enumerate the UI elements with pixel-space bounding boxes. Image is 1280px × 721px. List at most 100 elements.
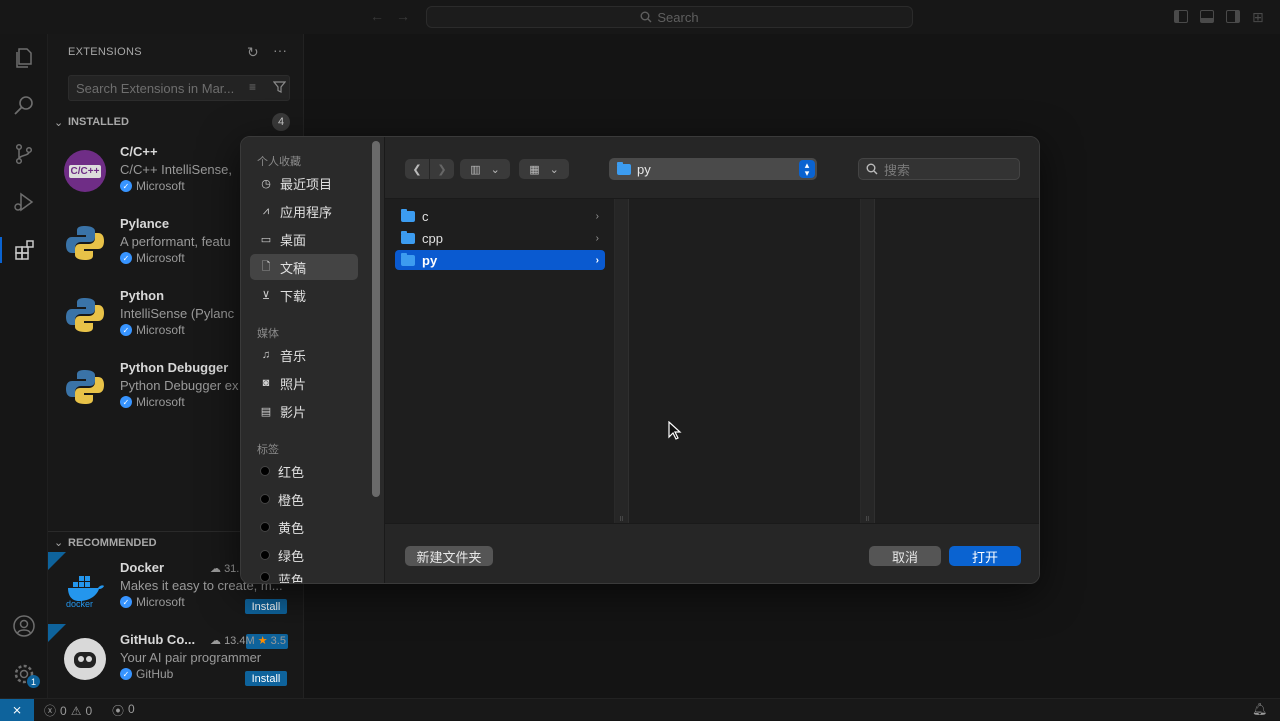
folder-name: py xyxy=(422,252,438,268)
sidebar-item-label: 文稿 xyxy=(280,260,307,276)
extensions-search-input[interactable]: Search Extensions in Mar... xyxy=(68,75,290,101)
chevron-right-icon: ❯ xyxy=(437,163,447,176)
sidebar-item-label: 影片 xyxy=(280,404,307,420)
back-arrow-icon[interactable]: ← xyxy=(370,8,384,24)
docker-install-button[interactable]: Install xyxy=(245,599,287,614)
sidebar-tag-green[interactable]: 绿色 xyxy=(250,542,358,568)
sidebar-item-applications[interactable]: ⩘ 应用程序 xyxy=(250,198,358,224)
sidebar-item-movies[interactable]: ▤ 影片 xyxy=(250,398,358,424)
sidebar-item-music[interactable]: ♫ 音乐 xyxy=(250,342,358,368)
status-bar: ⨯ ⓧ 0 ⚠ 0 ⦿ 0 🔔︎ xyxy=(0,698,1280,721)
location-popup[interactable]: py ▴ ▾ xyxy=(609,158,817,180)
ports-count: 0 xyxy=(128,702,135,716)
install-count-value: 13.4M xyxy=(224,635,255,647)
sidebar-item-label: 音乐 xyxy=(280,348,307,364)
star-icon: ★ xyxy=(257,635,268,647)
column-divider[interactable]: ॥ xyxy=(615,199,629,523)
folder-row-py[interactable]: py › xyxy=(395,250,605,270)
forward-arrow-icon[interactable]: → xyxy=(396,8,410,24)
apps-icon: ⩘ xyxy=(262,204,270,217)
account-icon[interactable] xyxy=(11,613,37,639)
verified-icon: ✓ xyxy=(120,324,132,336)
open-button[interactable]: 打开 xyxy=(949,546,1021,566)
dialog-search-field[interactable]: 搜索 xyxy=(858,158,1020,180)
extension-publisher: ✓ Microsoft xyxy=(120,395,185,409)
customize-layout-icon[interactable]: ⊞ xyxy=(1252,9,1264,26)
more-actions-icon[interactable]: ··· xyxy=(273,42,287,58)
download-icon: ⊻ xyxy=(261,289,271,302)
resize-handle-icon: ॥ xyxy=(618,514,624,523)
sidebar-item-desktop[interactable]: ▭ 桌面 xyxy=(250,226,358,252)
folder-icon xyxy=(401,230,415,244)
sidebar-item-label: 下载 xyxy=(280,288,307,304)
command-center-search[interactable]: Search xyxy=(426,6,913,28)
sidebar-item-label: 最近项目 xyxy=(280,176,333,192)
updown-chevron-icon: ▴ ▾ xyxy=(799,160,815,178)
explorer-icon[interactable] xyxy=(11,45,37,71)
broadcast-icon: ⦿ xyxy=(112,704,125,718)
recommended-label: RECOMMENDED xyxy=(68,536,157,549)
refresh-icon[interactable]: ↻ xyxy=(247,44,259,61)
sidebar-scrollbar[interactable] xyxy=(372,141,380,497)
toggle-panel-icon[interactable] xyxy=(1200,10,1214,23)
error-icon: ⓧ xyxy=(44,704,57,718)
sidebar-title: EXTENSIONS xyxy=(68,46,142,58)
manage-gear-icon[interactable]: 1 xyxy=(11,661,40,688)
publisher-name: GitHub xyxy=(136,667,174,681)
new-folder-button[interactable]: 新建文件夹 xyxy=(405,546,493,566)
remote-indicator-icon[interactable]: ⨯ xyxy=(0,699,34,721)
publisher-name: Microsoft xyxy=(136,395,185,409)
sidebar-item-photos[interactable]: ◙ 照片 xyxy=(250,370,358,396)
sidebar-tag-orange[interactable]: 橙色 xyxy=(250,486,358,512)
folder-row-cpp[interactable]: cpp › xyxy=(395,228,605,248)
run-debug-icon[interactable] xyxy=(11,189,37,215)
extension-name: Pylance xyxy=(120,216,170,231)
folder-row-c[interactable]: c › xyxy=(395,206,605,226)
installed-section-header[interactable]: ⌄ INSTALLED 4 xyxy=(48,111,304,133)
media-section-label: 媒体 xyxy=(257,328,279,340)
sidebar-tag-red[interactable]: 红色 xyxy=(250,458,358,484)
extension-publisher: ✓ GitHub xyxy=(120,667,173,681)
sidebar-item-downloads[interactable]: ⊻ 下载 xyxy=(250,282,358,308)
python-logo-icon xyxy=(66,298,104,332)
back-button[interactable]: ❮ xyxy=(405,159,429,179)
sidebar-item-recents[interactable]: ◷ 最近项目 xyxy=(250,170,358,196)
camera-icon: ◙ xyxy=(262,377,270,389)
extensions-icon[interactable] xyxy=(0,237,48,263)
cancel-button[interactable]: 取消 xyxy=(869,546,941,566)
problems-indicator[interactable]: ⓧ 0 ⚠ 0 xyxy=(44,702,92,719)
sidebar-item-label: 照片 xyxy=(280,376,307,392)
publisher-name: Microsoft xyxy=(136,595,185,609)
sidebar-tag-blue[interactable]: 蓝色 xyxy=(250,570,358,583)
toggle-secondary-sidebar-icon[interactable] xyxy=(1226,10,1240,23)
verified-icon: ✓ xyxy=(120,252,132,264)
view-mode-button[interactable]: ▥ ⌄ xyxy=(460,159,510,179)
notifications-bell-icon[interactable]: 🔔︎ xyxy=(1252,702,1267,716)
document-icon: 🗋︎ xyxy=(261,260,271,273)
search-icon xyxy=(640,11,652,23)
dialog-toolbar: ❮ ❯ ▥ ⌄ ▦ ⌄ py ▴ ▾ 搜索 xyxy=(385,137,1039,199)
tag-dot-icon xyxy=(260,550,270,560)
filter-icon[interactable] xyxy=(273,81,286,94)
extension-name: GitHub Co... xyxy=(120,632,196,647)
activity-bar: 1 xyxy=(0,34,48,698)
clear-filter-icon[interactable]: ≡ xyxy=(249,80,256,94)
search-label: Search xyxy=(657,9,699,25)
column-browser: c › cpp › py › ॥ ॥ xyxy=(385,199,1039,523)
search-view-icon[interactable] xyxy=(11,93,37,119)
music-icon: ♫ xyxy=(261,349,271,361)
chevron-left-icon: ❮ xyxy=(412,163,422,176)
ports-indicator[interactable]: ⦿ 0 xyxy=(112,702,135,719)
column-divider[interactable]: ॥ xyxy=(861,199,875,523)
forward-button[interactable]: ❯ xyxy=(430,159,454,179)
search-icon xyxy=(866,163,878,175)
copilot-install-button[interactable]: Install xyxy=(245,671,287,686)
toggle-sidebar-icon[interactable] xyxy=(1174,10,1188,23)
docker-logo-icon: docker xyxy=(66,576,104,608)
tag-dot-icon xyxy=(260,466,270,476)
verified-icon: ✓ xyxy=(120,180,132,192)
sidebar-tag-yellow[interactable]: 黄色 xyxy=(250,514,358,540)
group-button[interactable]: ▦ ⌄ xyxy=(519,159,569,179)
sidebar-item-documents[interactable]: 🗋︎ 文稿 xyxy=(250,254,358,280)
source-control-icon[interactable] xyxy=(11,141,37,167)
